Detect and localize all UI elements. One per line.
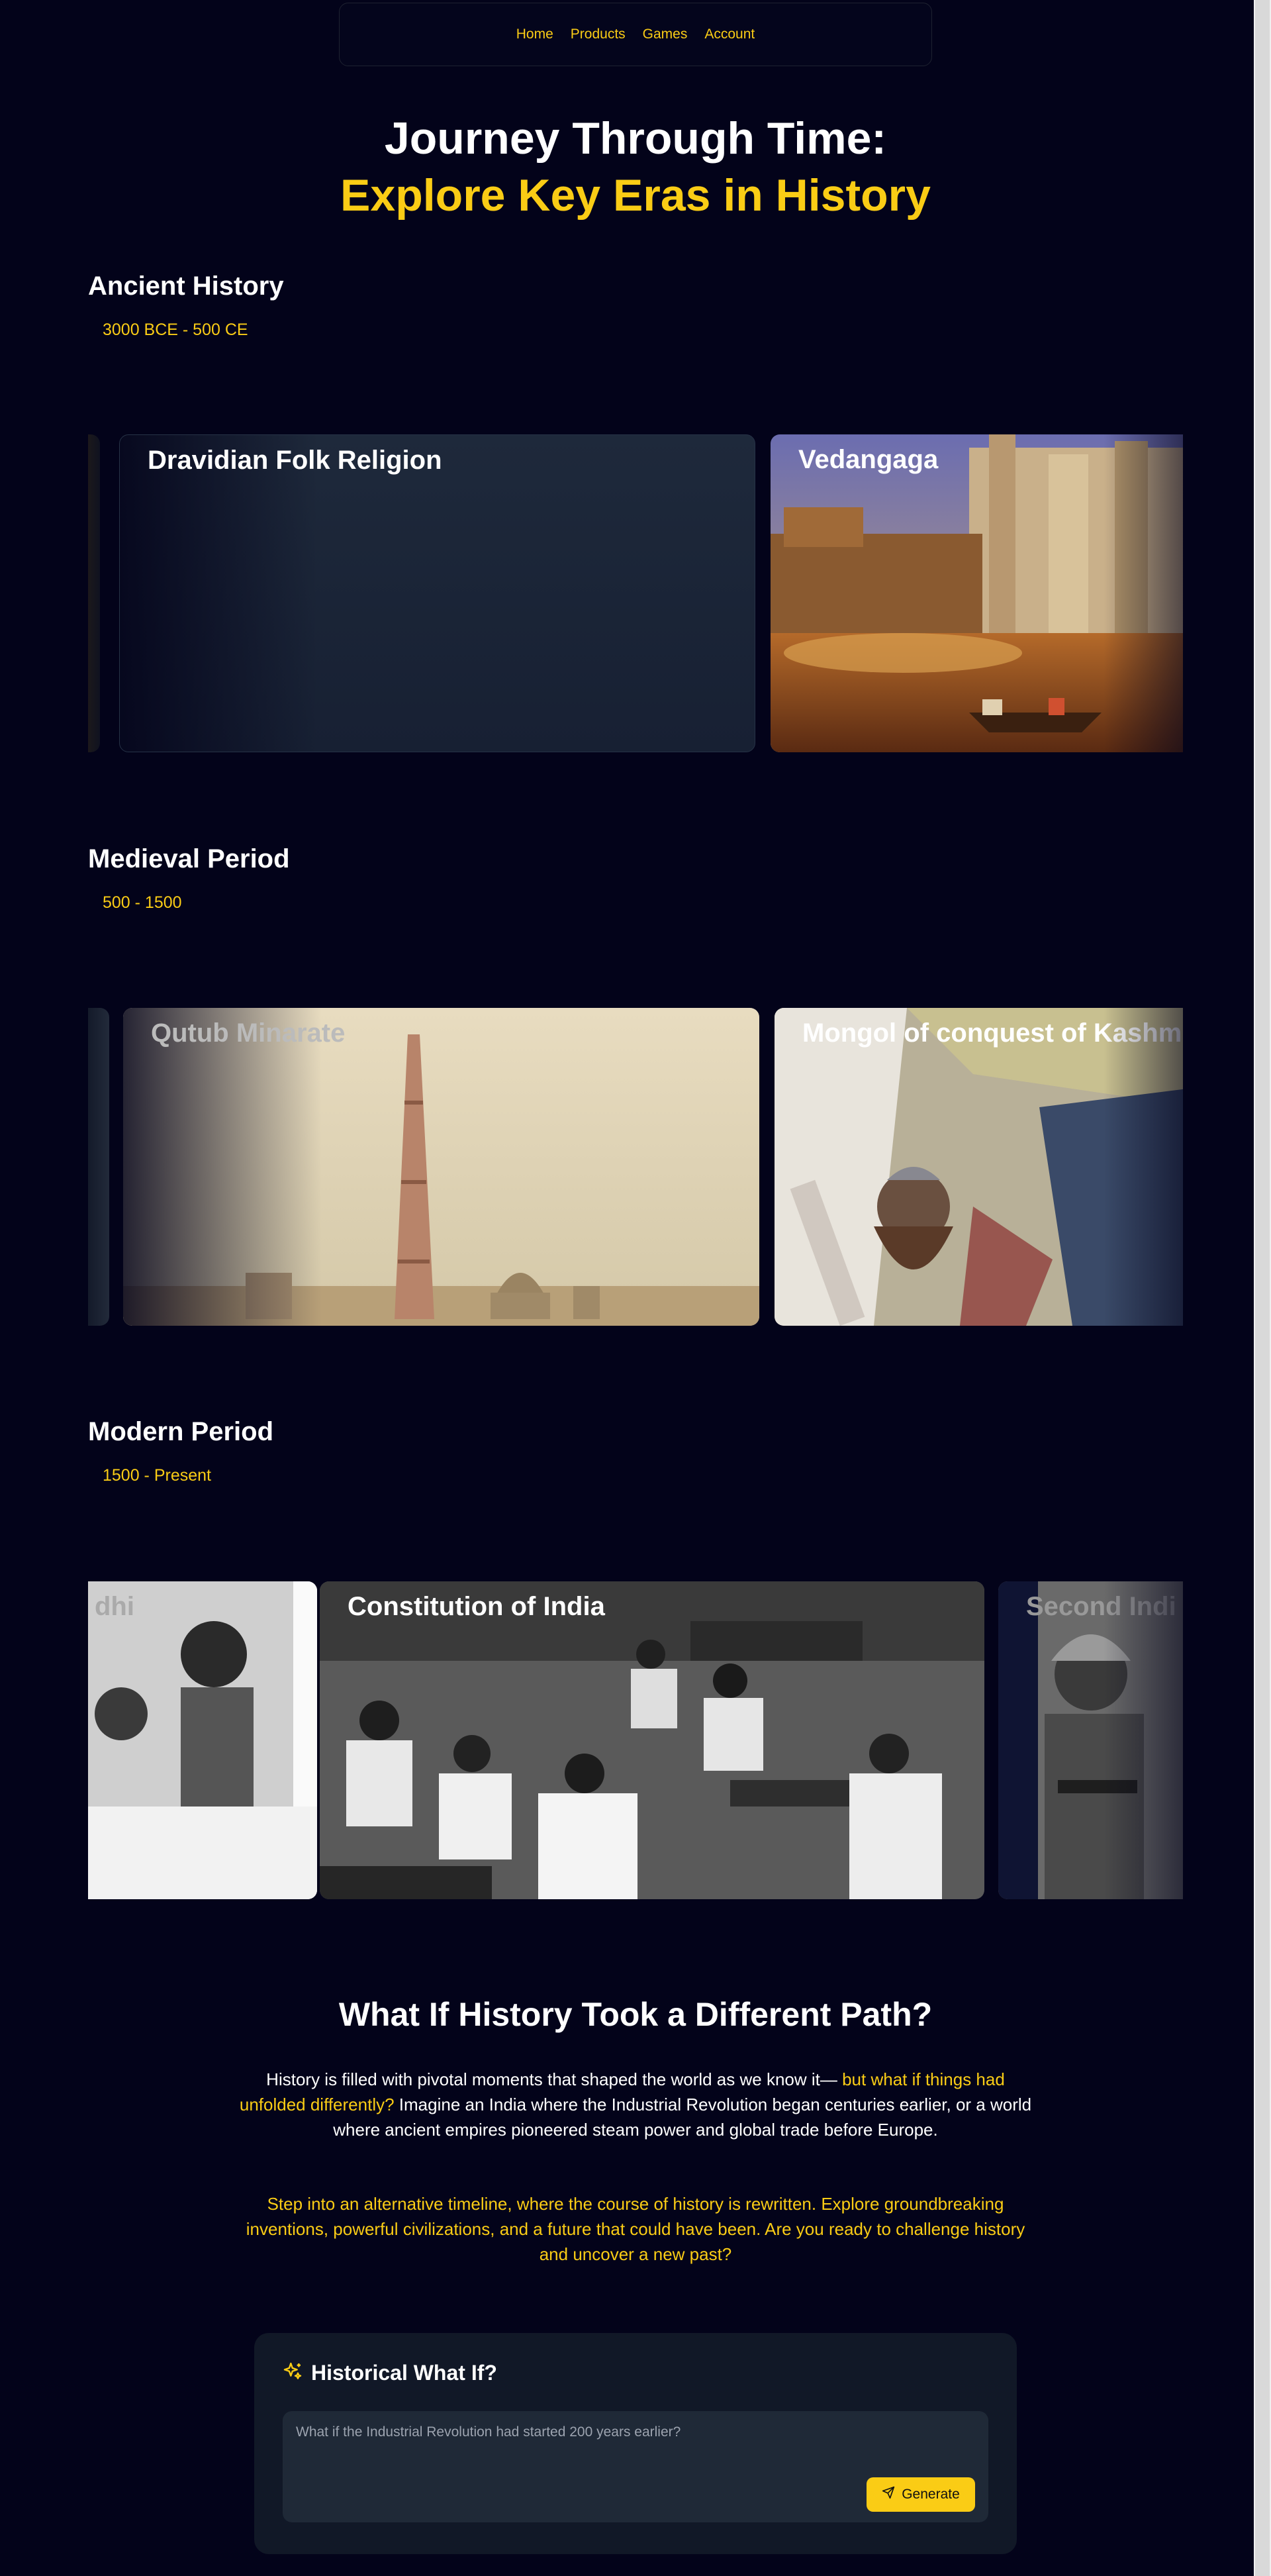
carousel-edge-fade bbox=[1104, 1008, 1183, 1327]
card-partial-left[interactable]: dhi bbox=[88, 1581, 317, 1899]
era-title-medieval: Medieval Period bbox=[88, 844, 290, 873]
scrollbar-thumb[interactable] bbox=[1255, 0, 1270, 2576]
hero-subtitle: Explore Key Eras in History bbox=[340, 170, 931, 221]
historical-whatif-panel: Historical What If? Generate bbox=[254, 2333, 1017, 2554]
nav-products-link[interactable]: Products bbox=[571, 26, 626, 42]
carousel-medieval[interactable]: Qutub Minarate Mongol of conquest of Kas… bbox=[88, 1008, 1183, 1327]
era-range-modern: 1500 - Present bbox=[103, 1466, 211, 1485]
era-range-medieval: 500 - 1500 bbox=[103, 893, 182, 912]
card-partial-left[interactable] bbox=[88, 434, 100, 752]
sparkles-icon bbox=[282, 2361, 303, 2385]
whatif-paragraph-1: History is filled with pivotal moments t… bbox=[238, 2067, 1033, 2142]
nav-games-link[interactable]: Games bbox=[643, 26, 688, 42]
carousel-modern[interactable]: dhi Constitution of India Second Indi bbox=[88, 1581, 1183, 1901]
card-title: Constitution of India bbox=[348, 1592, 605, 1621]
card-title: Qutub Minarate bbox=[151, 1018, 346, 1048]
carousel-edge-fade bbox=[1104, 1581, 1183, 1901]
card-fade bbox=[120, 435, 318, 752]
card-dravidian-folk-religion[interactable]: Dravidian Folk Religion bbox=[119, 434, 755, 752]
whatif-paragraph-1-text-end: Imagine an India where the Industrial Re… bbox=[333, 2095, 1032, 2140]
card-title: dhi bbox=[95, 1592, 134, 1621]
panel-title: Historical What If? bbox=[311, 2361, 497, 2385]
card-qutub-minarate[interactable]: Qutub Minarate bbox=[123, 1008, 759, 1326]
page-scrollbar[interactable] bbox=[1254, 0, 1271, 2576]
hero-title: Journey Through Time: bbox=[384, 113, 887, 164]
panel-header: Historical What If? bbox=[282, 2361, 497, 2385]
top-nav: Home Products Games Account bbox=[339, 3, 932, 66]
partial-left-photo bbox=[88, 1581, 317, 1899]
era-range-ancient: 3000 BCE - 500 CE bbox=[103, 321, 248, 339]
card-fade bbox=[123, 1008, 322, 1326]
carousel-edge-fade bbox=[1104, 434, 1183, 754]
card-title: Vedangaga bbox=[798, 445, 939, 474]
era-title-modern: Modern Period bbox=[88, 1417, 274, 1446]
nav-home-link[interactable]: Home bbox=[516, 26, 553, 42]
constituent-assembly-photo bbox=[320, 1581, 984, 1899]
whatif-heading: What If History Took a Different Path? bbox=[338, 1996, 933, 2033]
card-title: Dravidian Folk Religion bbox=[148, 446, 442, 475]
nav-account-link[interactable]: Account bbox=[704, 26, 755, 42]
hero: Journey Through Time: Explore Key Eras i… bbox=[0, 110, 1271, 224]
card-constitution-of-india[interactable]: Constitution of India bbox=[320, 1581, 984, 1899]
era-title-ancient: Ancient History bbox=[88, 272, 284, 301]
generate-button[interactable]: Generate bbox=[867, 2477, 975, 2512]
carousel-ancient[interactable]: Dravidian Folk Religion Vedangaga bbox=[88, 434, 1183, 754]
card-partial-left[interactable] bbox=[88, 1008, 109, 1326]
send-icon bbox=[882, 2486, 895, 2503]
whatif-paragraph-2: Step into an alternative timeline, where… bbox=[246, 2194, 1025, 2264]
generate-button-label: Generate bbox=[902, 2487, 960, 2502]
whatif-paragraph-1-text: History is filled with pivotal moments t… bbox=[266, 2069, 843, 2089]
